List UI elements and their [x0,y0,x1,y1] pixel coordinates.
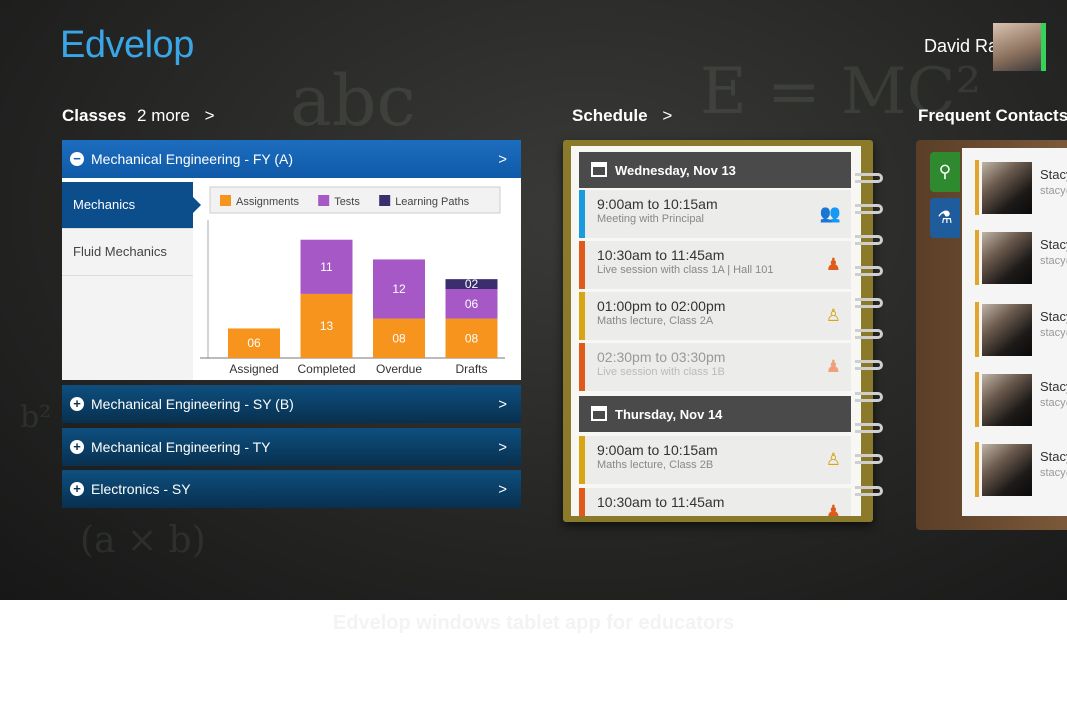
image-caption: Edvelop windows tablet app for educators [332,612,735,634]
ring [855,360,883,370]
classes-header[interactable]: Classes 2 more > [62,106,215,126]
classroom-icon: ♟ [825,357,841,376]
contact-photo [982,232,1032,284]
bar-value-label: 12 [392,282,406,296]
legend-label: Tests [334,196,360,208]
bar-value-label: 08 [392,331,406,345]
classroom-icon: ♟ [825,502,841,516]
contact-photo [982,444,1032,496]
bar-value-label: 08 [465,331,479,345]
collapse-icon[interactable]: − [70,152,84,166]
classroom-icon: ♟ [825,255,841,274]
x-tick-label: Drafts [455,362,487,376]
contact-item[interactable]: Stacy stacy@ [975,230,1067,285]
subject-list: Mechanics Fluid Mechanics [62,182,201,380]
subject-item-mechanics[interactable]: Mechanics [62,182,201,229]
class-row-electronics-sy[interactable]: + Electronics - SY > [62,470,521,508]
schedule-event[interactable]: 01:00pm to 02:00pm Maths lecture, Class … [579,292,851,340]
ring [855,329,883,339]
notebook-rings [855,170,885,500]
schedule-header[interactable]: Schedule > [572,106,672,126]
search-icon[interactable]: ⚲ [930,152,960,192]
ring [855,486,883,496]
ring [855,204,883,214]
schedule-event[interactable]: 9:00am to 10:15am Meeting with Principal… [579,190,851,238]
chevron-right-icon[interactable]: > [498,396,507,413]
contact-item[interactable]: Stacy stacy@ [975,302,1067,357]
legend-swatch [379,195,391,206]
contact-photo [982,304,1032,356]
day-header: Thursday, Nov 14 [579,396,851,432]
schedule-page: Wednesday, Nov 13 9:00am to 10:15am Meet… [571,146,861,516]
contacts-header[interactable]: Frequent Contacts > [918,106,1067,126]
class-row-mech-sy-b[interactable]: + Mechanical Engineering - SY (B) > [62,385,521,423]
contact-photo [982,374,1032,426]
bar-value-label: 06 [247,336,261,350]
class-title: Mechanical Engineering - TY [91,439,271,455]
x-tick-label: Overdue [376,362,422,376]
schedule-notebook: Wednesday, Nov 13 9:00am to 10:15am Meet… [563,140,873,522]
contact-photo [982,162,1032,214]
user-status-indicator [1041,23,1046,71]
schedule-event[interactable]: 10:30am to 11:45am Live session with cla… [579,241,851,289]
legend-label: Assignments [236,196,299,208]
schedule-event[interactable]: 10:30am to 11:45am ♟ [579,488,851,516]
ring [855,298,883,308]
chevron-right-icon[interactable]: > [498,439,507,456]
contacts-title: Frequent Contacts [918,106,1067,125]
ring [855,173,883,183]
class-title: Mechanical Engineering - SY (B) [91,396,294,412]
class-header-mech-fy-a[interactable]: − Mechanical Engineering - FY (A) > [62,140,521,178]
lecturer-icon: ♙ [825,450,841,469]
ring [855,266,883,276]
chevron-right-icon[interactable]: > [498,481,507,498]
chevron-right-icon[interactable]: > [205,106,215,125]
class-title: Mechanical Engineering - FY (A) [91,151,294,167]
bar-value-label: 13 [320,319,334,333]
ring [855,235,883,245]
schedule-event[interactable]: 9:00am to 10:15am Maths lecture, Class 2… [579,436,851,484]
subject-item-fluid-mechanics[interactable]: Fluid Mechanics [62,229,193,276]
legend-swatch [220,195,231,206]
class-title: Electronics - SY [91,481,191,497]
chevron-right-icon[interactable]: > [498,151,507,168]
lecturer-icon: ♙ [825,306,841,325]
day-header: Wednesday, Nov 13 [579,152,851,188]
legend-label: Learning Paths [395,196,469,208]
contact-item[interactable]: Stacy stacy@ [975,372,1067,427]
people-icon: 👥 [819,204,841,223]
schedule-event[interactable]: 02:30pm to 03:30pm Live session with cla… [579,343,851,391]
x-tick-label: Completed [297,362,355,376]
avatar[interactable] [993,23,1041,71]
expand-icon[interactable]: + [70,482,84,496]
classes-title: Classes [62,106,127,125]
classes-more-link[interactable]: 2 more [137,106,190,125]
bar-value-label: 02 [465,277,479,291]
ring [855,392,883,402]
ring [855,454,883,464]
schedule-title: Schedule [572,106,648,125]
class-row-mech-ty[interactable]: + Mechanical Engineering - TY > [62,428,521,466]
bar-value-label: 06 [465,297,479,311]
x-tick-label: Assigned [229,362,278,376]
bar-value-label: 11 [320,260,333,274]
ring [855,423,883,433]
app-background: abc E = MC² b² (a × b) Edvelop David Ray… [0,0,1067,600]
class-card-open: − Mechanical Engineering - FY (A) > Mech… [62,140,521,380]
legend-swatch [318,195,330,206]
contact-item[interactable]: Stacy stacy@ [975,442,1067,497]
chevron-right-icon[interactable]: > [662,106,672,125]
expand-icon[interactable]: + [70,440,84,454]
calendar-icon [591,162,607,177]
progress-chart: Assignments Tests Learning Paths 06 Assigned… [200,186,505,376]
app-logo: Edvelop [60,24,194,66]
calendar-icon [591,406,607,421]
contact-item[interactable]: Stacy stacy@ [975,160,1067,215]
expand-icon[interactable]: + [70,397,84,411]
groups-icon[interactable]: ⚗ [930,198,960,238]
